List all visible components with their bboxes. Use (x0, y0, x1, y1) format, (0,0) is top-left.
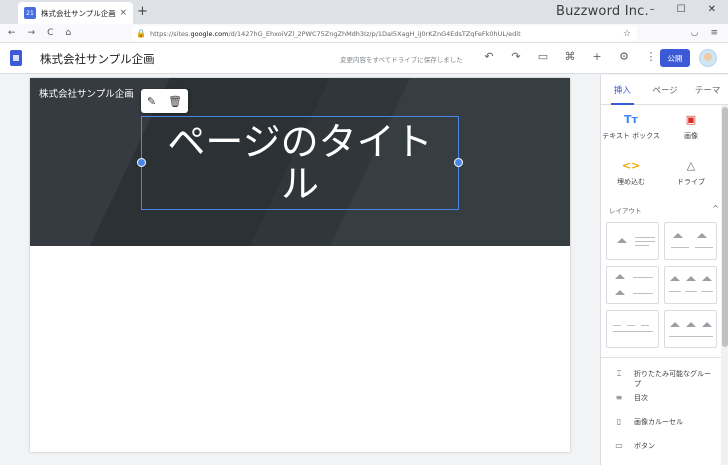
drive-icon: △ (686, 159, 696, 172)
component-label: 目次 (634, 394, 648, 402)
insert-image[interactable]: ▣ 画像 (661, 113, 721, 151)
insert-button[interactable]: ▭ ボタン (613, 441, 714, 465)
component-list: ⌶ 折りたたみ可能なグループ ≡ 目次 ▯ 画像カルーセル ▭ ボタン (613, 369, 714, 465)
browser-tab[interactable]: 21 株式会社サンプル企画 × (18, 2, 133, 24)
component-label: 画像カルーセル (634, 418, 683, 426)
sites-favicon-icon: 21 (24, 7, 36, 19)
panel-divider (601, 357, 721, 358)
home-icon[interactable]: ⌂ (65, 28, 71, 38)
back-icon[interactable]: ← (8, 28, 16, 38)
minimize-button[interactable]: – (650, 4, 655, 15)
resize-handle-left[interactable] (137, 158, 146, 167)
maximize-button[interactable]: ☐ (677, 4, 686, 15)
insert-collapsible-group[interactable]: ⌶ 折りたたみ可能なグループ (613, 369, 714, 393)
link-icon[interactable]: ⌘ (564, 50, 576, 63)
site-name[interactable]: 株式会社サンプル企画 (40, 51, 155, 67)
tab-pages[interactable]: ページ (644, 75, 687, 104)
panel-scrollbar[interactable] (721, 105, 728, 465)
menu-icon[interactable]: ≡ (710, 28, 718, 38)
share-icon[interactable]: + (591, 50, 603, 63)
google-sites-logo-icon[interactable] (10, 50, 22, 66)
layout-grid (606, 222, 717, 348)
collapsible-group-icon: ⌶ (616, 369, 622, 378)
forward-icon[interactable]: → (28, 28, 36, 38)
publish-button[interactable]: 公開 (660, 49, 690, 67)
layout-header-label: レイアウト (609, 207, 642, 215)
tab-close-icon[interactable]: × (119, 8, 127, 18)
carousel-icon: ▯ (616, 417, 622, 426)
window-controls: – ☐ ✕ (650, 4, 716, 15)
page-title[interactable]: ページのタイトル (150, 121, 450, 205)
toolbar-tools: ↶ ↷ ▭ ⌘ + ⚙ ⋮ (483, 50, 657, 63)
edit-pencil-icon[interactable]: ✎ (147, 95, 156, 108)
page-title-box[interactable]: ページのタイトル (137, 116, 463, 210)
layout-option[interactable] (664, 222, 717, 260)
address-bar: ← → C ⌂ 🔒 https://sites.google.com/d/142… (0, 24, 728, 43)
layout-option[interactable] (606, 222, 659, 260)
button-icon: ▭ (615, 441, 623, 450)
embed-code-icon: <> (621, 159, 641, 172)
panel-tabs: 挿入 ページ テーマ (601, 75, 728, 105)
redo-icon[interactable]: ↷ (510, 50, 522, 63)
insert-panel: 挿入 ページ テーマ Tт テキスト ボックス ▣ 画像 <> 埋め込む △ ド… (600, 75, 728, 465)
insert-item-label: ドライブ (677, 178, 705, 186)
resize-handle-right[interactable] (454, 158, 463, 167)
tab-insert[interactable]: 挿入 (601, 75, 644, 105)
close-window-button[interactable]: ✕ (708, 4, 716, 15)
layout-option[interactable] (664, 310, 717, 348)
insert-item-label: 画像 (684, 132, 698, 140)
url-text: https://sites.google.com/d/1427hG_EhxoiV… (149, 29, 521, 38)
insert-table-of-contents[interactable]: ≡ 目次 (613, 393, 714, 417)
insert-image-carousel[interactable]: ▯ 画像カルーセル (613, 417, 714, 441)
tab-themes[interactable]: テーマ (686, 75, 728, 104)
avatar[interactable] (699, 49, 717, 67)
delete-trash-icon[interactable]: 🗑 (168, 95, 182, 108)
editor-canvas: 株式会社サンプル企画 ✎ 🗑 ページのタイトル (0, 75, 600, 465)
layout-section-header[interactable]: レイアウト ^ (609, 204, 719, 215)
text-box-icon: Tт (624, 113, 638, 126)
new-tab-button[interactable]: + (137, 4, 148, 19)
insert-item-label: テキスト ボックス (602, 132, 660, 140)
page-card: 株式会社サンプル企画 ✎ 🗑 ページのタイトル (30, 78, 570, 452)
reload-icon[interactable]: C (47, 28, 53, 38)
component-label: ボタン (634, 442, 655, 450)
url-field[interactable]: 🔒 https://sites.google.com/d/1427hG_Ehxo… (132, 26, 637, 41)
layout-option[interactable] (606, 310, 659, 348)
scrollbar-thumb[interactable] (722, 107, 728, 347)
insert-items: Tт テキスト ボックス ▣ 画像 <> 埋め込む △ ドライブ (601, 113, 721, 197)
page-header-banner[interactable]: 株式会社サンプル企画 ✎ 🗑 ページのタイトル (30, 78, 570, 246)
header-site-title[interactable]: 株式会社サンプル企画 (39, 86, 134, 100)
settings-gear-icon[interactable]: ⚙ (618, 50, 630, 63)
preview-icon[interactable]: ▭ (537, 50, 549, 63)
bookmark-star-icon[interactable]: ☆ (623, 29, 631, 39)
lock-icon: 🔒 (136, 29, 146, 38)
component-label: 折りたたみ可能なグループ (634, 370, 711, 388)
title-edit-popover: ✎ 🗑 (141, 89, 188, 113)
save-status: 変更内容をすべてドライブに保存しました (340, 56, 463, 64)
browser-tab-bar: 21 株式会社サンプル企画 × + Buzzword Inc. – ☐ ✕ (0, 0, 728, 24)
insert-drive[interactable]: △ ドライブ (661, 159, 721, 197)
brand-watermark: Buzzword Inc. (556, 4, 649, 19)
layout-option[interactable] (664, 266, 717, 304)
sites-toolbar: 株式会社サンプル企画 変更内容をすべてドライブに保存しました ↶ ↷ ▭ ⌘ +… (0, 43, 728, 74)
image-icon: ▣ (685, 113, 697, 126)
table-of-contents-icon: ≡ (615, 393, 623, 402)
collapse-chevron-icon[interactable]: ^ (712, 204, 719, 213)
nav-buttons: ← → C ⌂ (0, 28, 71, 38)
browser-tab-title: 株式会社サンプル企画 (41, 8, 116, 18)
insert-item-label: 埋め込む (617, 178, 645, 186)
pocket-icon[interactable]: ◡ (691, 28, 699, 38)
layout-option[interactable] (606, 266, 659, 304)
insert-embed[interactable]: <> 埋め込む (601, 159, 661, 197)
undo-icon[interactable]: ↶ (483, 50, 495, 63)
insert-textbox[interactable]: Tт テキスト ボックス (601, 113, 661, 151)
browser-right-icons: ◡ ≡ (691, 28, 718, 38)
more-options-icon[interactable]: ⋮ (645, 50, 657, 63)
